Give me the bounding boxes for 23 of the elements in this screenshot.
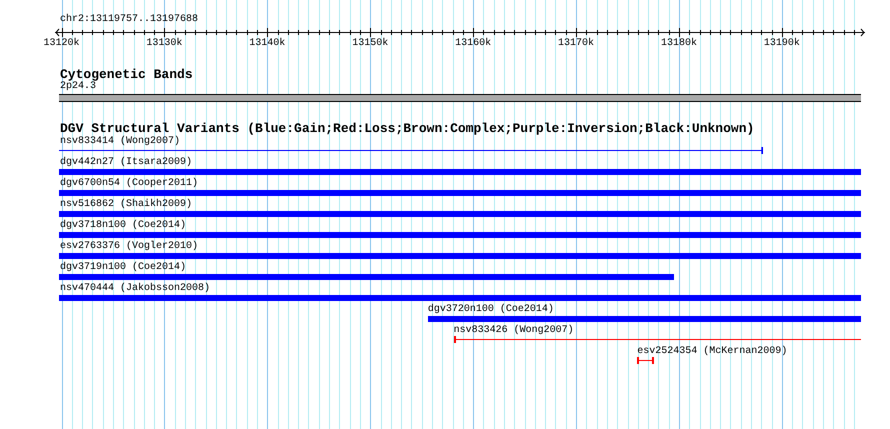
tick-label: 13150k — [352, 38, 388, 50]
variant-label: dgv6700n54 (Cooper2011) — [60, 178, 198, 190]
variant-label: dgv3719n100 (Coe2014) — [60, 262, 186, 274]
variant-label: esv2524354 (McKernan2009) — [637, 346, 788, 358]
tick-label: 13140k — [249, 38, 286, 50]
tick-label: 13120k — [44, 38, 80, 50]
variant-label: dgv3718n100 (Coe2014) — [60, 220, 186, 232]
tick-label: 13190k — [764, 38, 800, 50]
variant-label: esv2763376 (Vogler2010) — [60, 241, 198, 253]
band-label: 2p24.3 — [60, 81, 96, 92]
tick-label: 13170k — [558, 38, 594, 50]
variant-label: dgv442n27 (Itsara2009) — [60, 157, 192, 169]
variant-label: dgv3720n100 (Coe2014) — [428, 304, 554, 316]
track-title: Cytogenetic Bands — [60, 67, 193, 82]
location-label: chr2:13119757..13197688 — [60, 14, 198, 25]
variant-label: nsv516862 (Shaikh2009) — [60, 199, 192, 211]
tick-label: 13160k — [455, 38, 492, 50]
variant-label: nsv470444 (Jakobsson2008) — [60, 283, 210, 295]
variant-label: nsv833414 (Wong2007) — [60, 136, 180, 148]
tick-label: 13130k — [146, 38, 182, 50]
variant-label: nsv833426 (Wong2007) — [454, 325, 574, 337]
tick-label: 13180k — [660, 38, 697, 50]
track-title: DGV Structural Variants (Blue:Gain;Red:Loss;Brown:Complex;Purple:Inversion;Black:Unknown) — [60, 121, 754, 136]
